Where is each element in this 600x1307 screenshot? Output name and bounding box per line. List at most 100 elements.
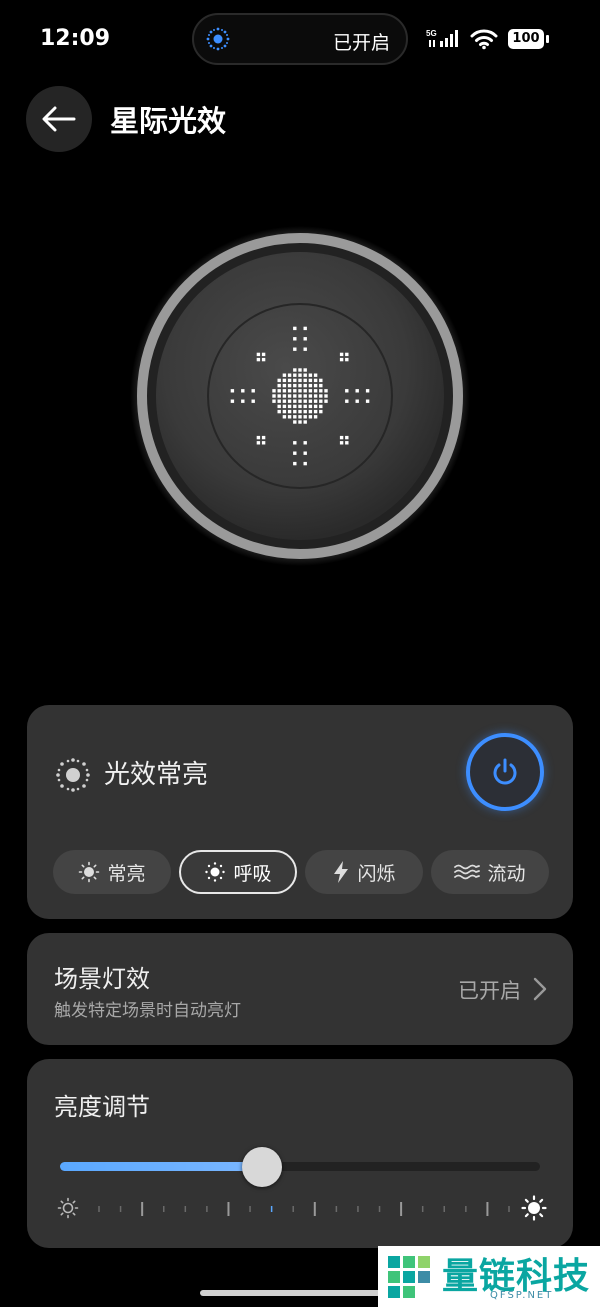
led-dot bbox=[251, 389, 255, 393]
mode-chip-steady[interactable]: 常亮 bbox=[53, 850, 171, 894]
led-dot bbox=[303, 409, 307, 414]
led-dot bbox=[308, 373, 313, 377]
led-dot bbox=[293, 399, 297, 403]
mode-chip-label: 闪烁 bbox=[357, 862, 396, 885]
led-dot bbox=[282, 394, 287, 398]
led-dot bbox=[303, 461, 307, 466]
led-dot bbox=[287, 378, 292, 383]
light-mode-title: 光效常亮 bbox=[104, 760, 209, 790]
led-dot bbox=[293, 451, 297, 455]
scene-lighting-subtitle: 触发特定场景时自动亮灯 bbox=[54, 1001, 241, 1021]
cellular-signal-icon: 5G bbox=[426, 29, 458, 47]
led-dot bbox=[293, 347, 297, 351]
led-dot bbox=[298, 389, 302, 393]
led-dot bbox=[355, 399, 359, 403]
led-dot bbox=[293, 383, 297, 388]
led-dot bbox=[277, 378, 281, 383]
led-dot bbox=[287, 394, 292, 398]
led-dot bbox=[345, 441, 349, 445]
mode-chip-flow[interactable]: 流动 bbox=[431, 850, 549, 894]
brightness-slider-thumb[interactable] bbox=[241, 1147, 282, 1187]
brightness-slider-track[interactable] bbox=[60, 1147, 540, 1187]
led-dot bbox=[256, 352, 261, 357]
system-icons: 5G 100 bbox=[426, 26, 549, 52]
led-dot bbox=[319, 389, 323, 393]
arrow-left-icon bbox=[42, 106, 76, 132]
led-dot bbox=[319, 378, 323, 383]
led-dot bbox=[256, 357, 261, 362]
led-dot bbox=[287, 383, 292, 388]
led-dot bbox=[298, 368, 302, 372]
led-dot bbox=[293, 326, 297, 331]
led-dot bbox=[287, 389, 292, 393]
led-dot bbox=[319, 394, 323, 398]
led-dot bbox=[261, 357, 266, 362]
led-dot bbox=[324, 389, 328, 393]
led-dot bbox=[282, 409, 287, 414]
led-dot bbox=[313, 404, 318, 409]
led-dot bbox=[287, 415, 292, 419]
led-dot bbox=[303, 441, 307, 445]
waves-icon bbox=[454, 864, 481, 880]
led-dot bbox=[287, 404, 292, 409]
led-dot bbox=[287, 409, 292, 414]
power-toggle-button[interactable] bbox=[466, 733, 544, 811]
dynamic-island[interactable]: 已开启 bbox=[192, 13, 408, 65]
mode-chip-flash[interactable]: 闪烁 bbox=[305, 850, 423, 894]
led-dot bbox=[293, 337, 297, 341]
led-dot bbox=[339, 441, 344, 445]
led-dot bbox=[313, 383, 318, 388]
led-dot bbox=[303, 451, 307, 455]
home-indicator[interactable] bbox=[200, 1290, 400, 1296]
led-dot bbox=[282, 404, 287, 409]
led-dot bbox=[261, 435, 266, 440]
led-dot bbox=[303, 378, 307, 383]
brightness-low-icon bbox=[57, 1197, 79, 1219]
led-dot bbox=[313, 373, 318, 377]
led-dot bbox=[345, 399, 349, 403]
led-dot bbox=[298, 399, 302, 403]
led-dot bbox=[277, 383, 281, 388]
led-dot bbox=[298, 415, 302, 419]
led-dot bbox=[308, 383, 313, 388]
lightning-icon bbox=[334, 861, 349, 883]
led-dot bbox=[272, 399, 276, 403]
led-dot bbox=[282, 415, 287, 419]
led-dot bbox=[345, 435, 349, 440]
led-dot bbox=[277, 404, 281, 409]
led-dot bbox=[298, 394, 302, 398]
led-dot bbox=[293, 409, 297, 414]
mode-chip-label: 常亮 bbox=[107, 862, 146, 885]
scene-lighting-row[interactable]: 场景灯效 触发特定场景时自动亮灯 已开启 bbox=[27, 933, 573, 1045]
led-dot bbox=[293, 368, 297, 372]
led-dot bbox=[324, 394, 328, 398]
led-dot bbox=[365, 389, 370, 393]
led-dot bbox=[261, 441, 266, 445]
screen: 12:09 已开启 5G 100 星际光效 光效常亮 常亮 呼吸 闪烁 流动 场… bbox=[0, 0, 600, 1307]
led-dot bbox=[251, 399, 255, 403]
brightness-card: 亮度调节 bbox=[27, 1059, 573, 1248]
led-dot bbox=[355, 389, 359, 393]
led-dot bbox=[293, 461, 297, 466]
led-dot bbox=[282, 373, 287, 377]
led-dot bbox=[282, 389, 287, 393]
led-dot bbox=[282, 399, 287, 403]
network-type-label: 5G bbox=[426, 29, 437, 38]
led-dot bbox=[365, 399, 370, 403]
watermark-logo-icon bbox=[388, 1256, 430, 1298]
led-dot bbox=[339, 352, 344, 357]
back-button[interactable] bbox=[26, 86, 92, 152]
led-dot bbox=[303, 399, 307, 403]
led-dot bbox=[345, 389, 349, 393]
led-dot bbox=[313, 415, 318, 419]
light-mode-card: 光效常亮 常亮 呼吸 闪烁 流动 bbox=[27, 705, 573, 919]
brightness-title: 亮度调节 bbox=[54, 1093, 150, 1121]
led-dot bbox=[282, 383, 287, 388]
led-dot bbox=[303, 347, 307, 351]
led-dot bbox=[308, 404, 313, 409]
led-dot bbox=[293, 404, 297, 409]
led-dot bbox=[298, 404, 302, 409]
mode-chip-breathing[interactable]: 呼吸 bbox=[179, 850, 297, 894]
led-dot bbox=[345, 357, 349, 362]
led-dot bbox=[319, 404, 323, 409]
